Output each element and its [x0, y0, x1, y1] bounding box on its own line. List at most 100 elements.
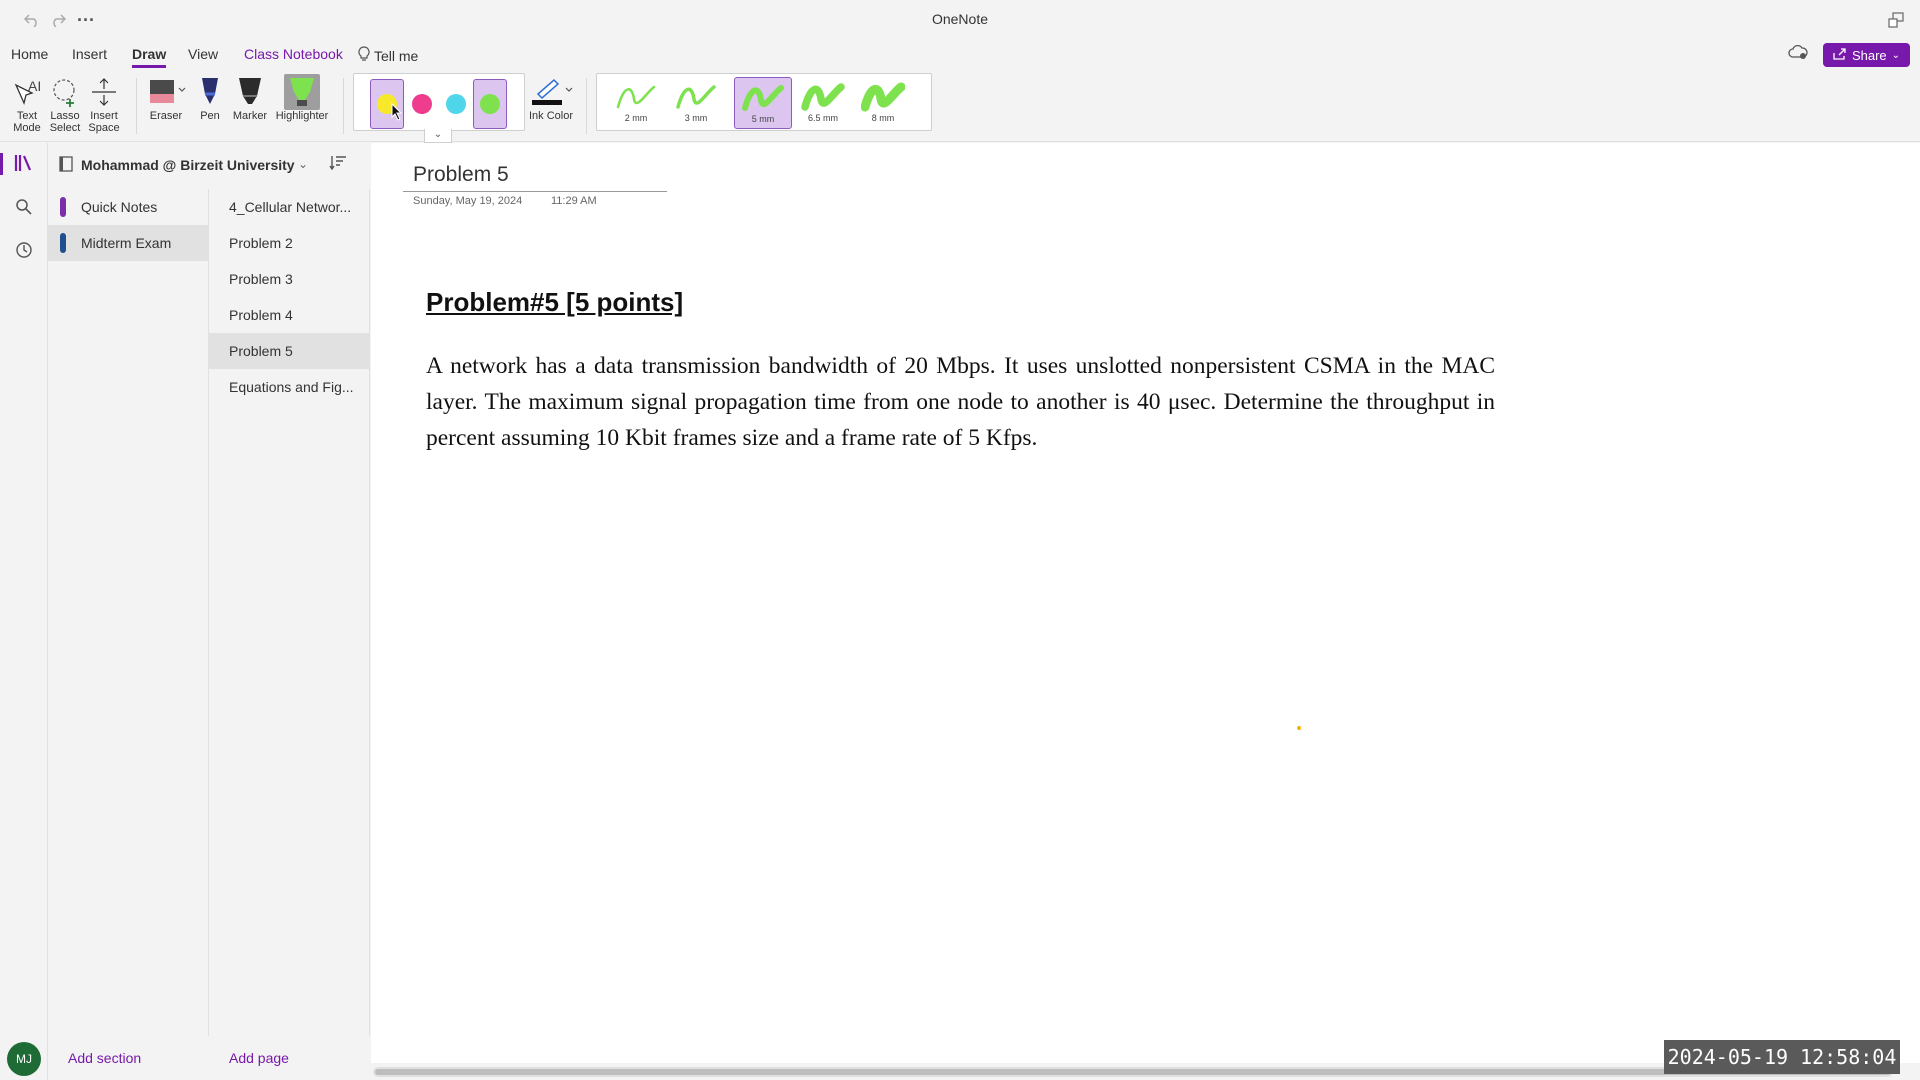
- search-icon[interactable]: [8, 191, 40, 223]
- color-swatch-cyan[interactable]: [439, 79, 473, 129]
- notebook-icon: [58, 156, 74, 177]
- share-button[interactable]: Share ⌄: [1823, 43, 1910, 67]
- ribbon-divider: [586, 78, 587, 134]
- recent-clock-icon[interactable]: [8, 234, 40, 266]
- add-section-button[interactable]: Add section: [68, 1050, 141, 1066]
- problem-text[interactable]: A network has a data transmission bandwi…: [426, 348, 1495, 456]
- size-option-2mm[interactable]: 2 mm: [607, 77, 665, 129]
- stroke-preview-icon: [742, 85, 784, 111]
- section-color-tab: [60, 233, 66, 253]
- sort-icon[interactable]: [329, 153, 347, 176]
- ink-dot: [1297, 726, 1301, 730]
- navigation-rail: [0, 143, 48, 1080]
- insert-space-label: Insert Space: [88, 110, 120, 134]
- section-list: Quick Notes Midterm Exam: [48, 189, 209, 1036]
- insert-space-icon: [89, 74, 119, 110]
- stroke-preview-icon: [861, 82, 905, 112]
- lasso-select-label: Lasso Select: [49, 110, 81, 134]
- ribbon-divider: [343, 78, 344, 134]
- color-dot: [480, 94, 500, 114]
- size-option-6-5mm[interactable]: 6.5 mm: [794, 77, 852, 129]
- timestamp-overlay: 2024-05-19 12:58:04: [1664, 1040, 1900, 1074]
- expand-palette-chevron-icon[interactable]: ⌄: [424, 129, 452, 143]
- tab-view[interactable]: View: [188, 44, 218, 68]
- page-item[interactable]: Problem 2: [209, 225, 369, 261]
- lightbulb-icon: [358, 45, 370, 67]
- stroke-preview-icon: [801, 83, 845, 111]
- avatar[interactable]: MJ: [7, 1042, 41, 1076]
- text-mode-label: Text Mode: [13, 110, 41, 134]
- highlighter-icon: [283, 74, 321, 110]
- size-label: 5 mm: [751, 114, 775, 124]
- notebooks-icon[interactable]: [0, 147, 40, 179]
- ink-color-tool[interactable]: Ink Color: [528, 74, 574, 122]
- chevron-down-icon: ⌄: [298, 157, 309, 171]
- share-label: Share: [1851, 47, 1887, 63]
- section-label: Midterm Exam: [81, 235, 172, 251]
- marker-label: Marker: [232, 110, 268, 122]
- highlighter-tool[interactable]: Highlighter: [272, 74, 332, 122]
- color-swatch-pink[interactable]: [405, 79, 439, 129]
- color-dot: [446, 94, 466, 114]
- page-item-selected[interactable]: Problem 5: [209, 333, 369, 369]
- page-item[interactable]: Problem 4: [209, 297, 369, 333]
- page-item[interactable]: Problem 3: [209, 261, 369, 297]
- tell-me-search[interactable]: Tell me: [358, 44, 418, 68]
- notebook-header[interactable]: Mohammad @ Birzeit University ⌄: [48, 143, 370, 189]
- size-label: 3 mm: [684, 113, 708, 123]
- text-mode-icon: AI: [12, 74, 42, 110]
- section-item-midterm-exam[interactable]: Midterm Exam: [48, 225, 209, 261]
- window-mode-icon[interactable]: [1882, 6, 1910, 34]
- size-option-8mm[interactable]: 8 mm: [854, 77, 912, 129]
- eraser-tool[interactable]: Eraser: [146, 74, 186, 122]
- onenote-window: ··· OneNote Home Insert Draw View Class …: [0, 0, 1920, 1080]
- size-label: 6.5 mm: [807, 113, 838, 123]
- tab-insert[interactable]: Insert: [72, 44, 107, 68]
- size-label: 8 mm: [871, 113, 895, 123]
- tab-home[interactable]: Home: [11, 44, 48, 68]
- title-underline: [403, 191, 667, 192]
- ink-color-label: Ink Color: [528, 110, 574, 122]
- lasso-icon: [50, 74, 80, 110]
- pen-tool[interactable]: Pen: [196, 74, 224, 122]
- insert-space-tool[interactable]: Insert Space: [86, 74, 122, 134]
- stroke-preview-icon: [616, 85, 656, 109]
- page-item[interactable]: Equations and Fig...: [209, 369, 369, 405]
- page-list: 4_Cellular Networ... Problem 2 Problem 3…: [209, 189, 370, 1036]
- marker-icon: [236, 74, 264, 110]
- title-bar: ··· OneNote: [0, 0, 1920, 40]
- color-dot: [412, 94, 432, 114]
- eraser-icon: [146, 74, 186, 110]
- page-title[interactable]: Problem 5: [413, 163, 509, 187]
- stroke-preview-icon: [676, 85, 716, 109]
- highlighter-size-picker: 2 mm 3 mm 5 mm 6.5 mm 8 mm: [596, 73, 932, 131]
- tab-class-notebook[interactable]: Class Notebook: [244, 44, 343, 68]
- add-page-button[interactable]: Add page: [229, 1050, 289, 1066]
- lasso-select-tool[interactable]: Lasso Select: [48, 74, 82, 134]
- text-mode-tool[interactable]: AI Text Mode: [10, 74, 44, 134]
- page-item[interactable]: 4_Cellular Networ...: [209, 189, 369, 225]
- color-swatch-green[interactable]: [473, 79, 507, 129]
- chevron-down-icon: ⌄: [1891, 49, 1901, 61]
- ribbon-divider: [136, 78, 137, 134]
- draw-ribbon: AI Text Mode Lasso Select Insert Space E…: [0, 70, 1920, 143]
- sync-status-icon[interactable]: [1786, 44, 1810, 66]
- section-color-tab: [60, 197, 66, 217]
- page-canvas[interactable]: Problem 5 Sunday, May 19, 2024 11:29 AM …: [371, 143, 1920, 1063]
- notebook-name: Mohammad @ Birzeit University: [81, 157, 295, 173]
- problem-heading[interactable]: Problem#5 [5 points]: [426, 287, 683, 318]
- app-title: OneNote: [931, 11, 989, 27]
- section-item-quick-notes[interactable]: Quick Notes: [48, 189, 209, 225]
- section-label: Quick Notes: [81, 199, 158, 215]
- tab-draw[interactable]: Draw: [132, 44, 167, 68]
- pen-icon: [198, 74, 222, 110]
- size-option-3mm[interactable]: 3 mm: [667, 77, 725, 129]
- highlighter-label: Highlighter: [275, 110, 329, 122]
- size-option-5mm[interactable]: 5 mm: [734, 77, 792, 129]
- menu-bar: Home Insert Draw View Class Notebook Tel…: [0, 40, 1920, 70]
- mouse-cursor-icon: [391, 102, 403, 126]
- eraser-label: Eraser: [149, 110, 183, 122]
- tell-me-label: Tell me: [374, 48, 419, 64]
- page-date: Sunday, May 19, 2024: [413, 195, 523, 207]
- marker-tool[interactable]: Marker: [230, 74, 270, 122]
